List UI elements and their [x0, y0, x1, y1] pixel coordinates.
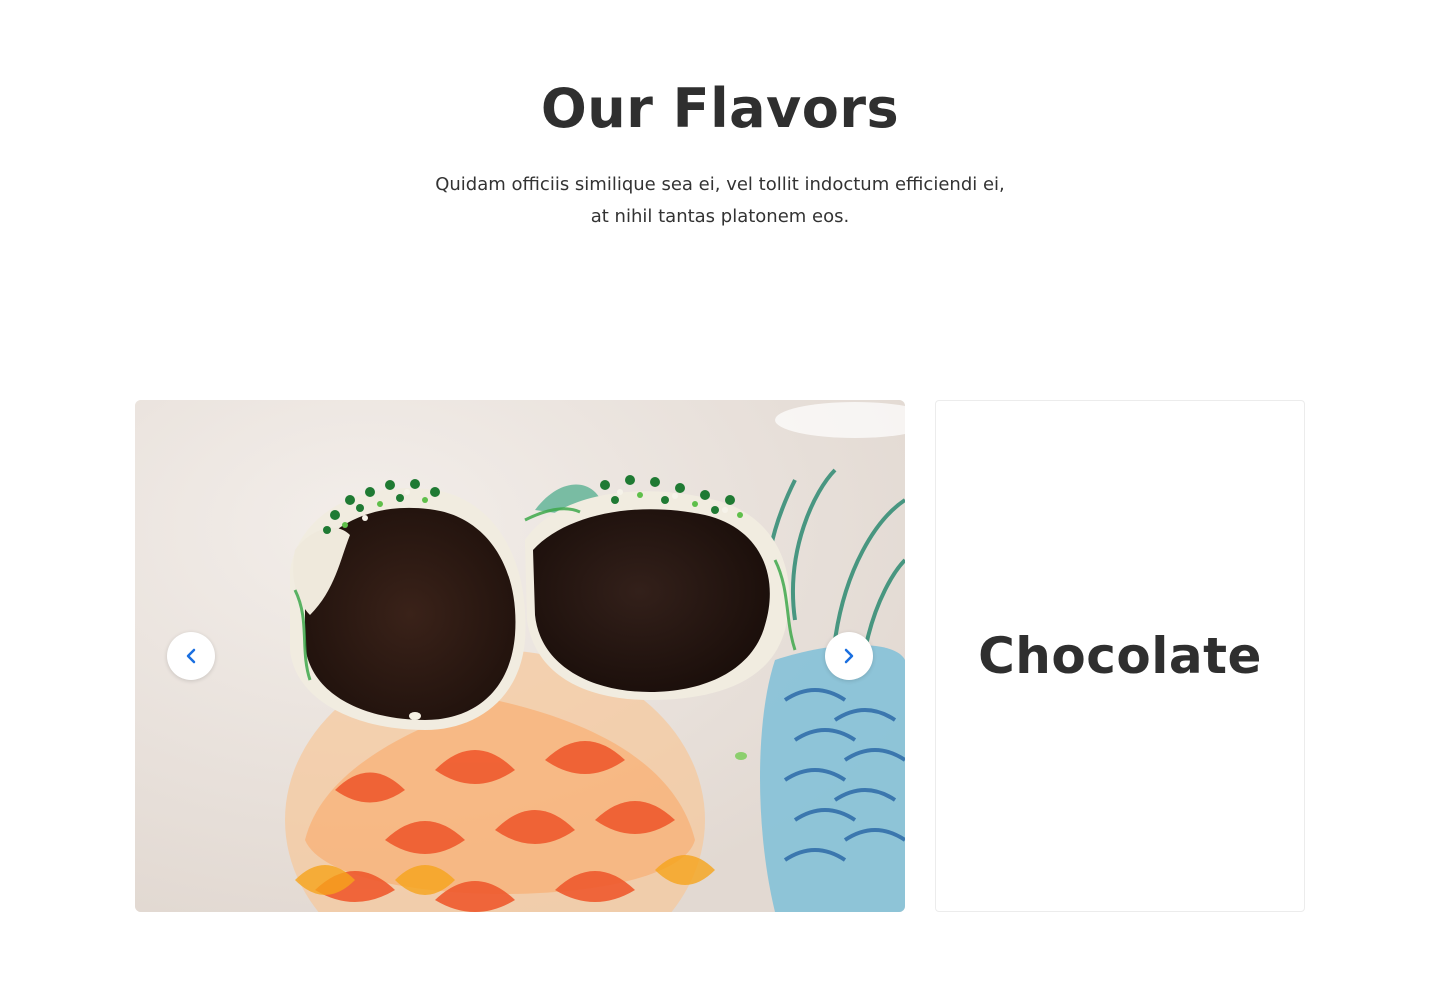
flavor-carousel [135, 400, 905, 912]
chevron-right-icon [844, 648, 854, 664]
carousel-prev-button[interactable] [167, 632, 215, 680]
flavor-name: Chocolate [978, 627, 1262, 685]
carousel-next-button[interactable] [825, 632, 873, 680]
flavors-section: Our Flavors Quidam officiis similique se… [0, 0, 1440, 992]
section-subtitle: Quidam officiis similique sea ei, vel to… [435, 174, 1005, 227]
chevron-left-icon [186, 648, 196, 664]
flavor-card: Chocolate [935, 400, 1305, 912]
section-title: Our Flavors [540, 77, 900, 140]
flavor-photo [135, 400, 905, 912]
